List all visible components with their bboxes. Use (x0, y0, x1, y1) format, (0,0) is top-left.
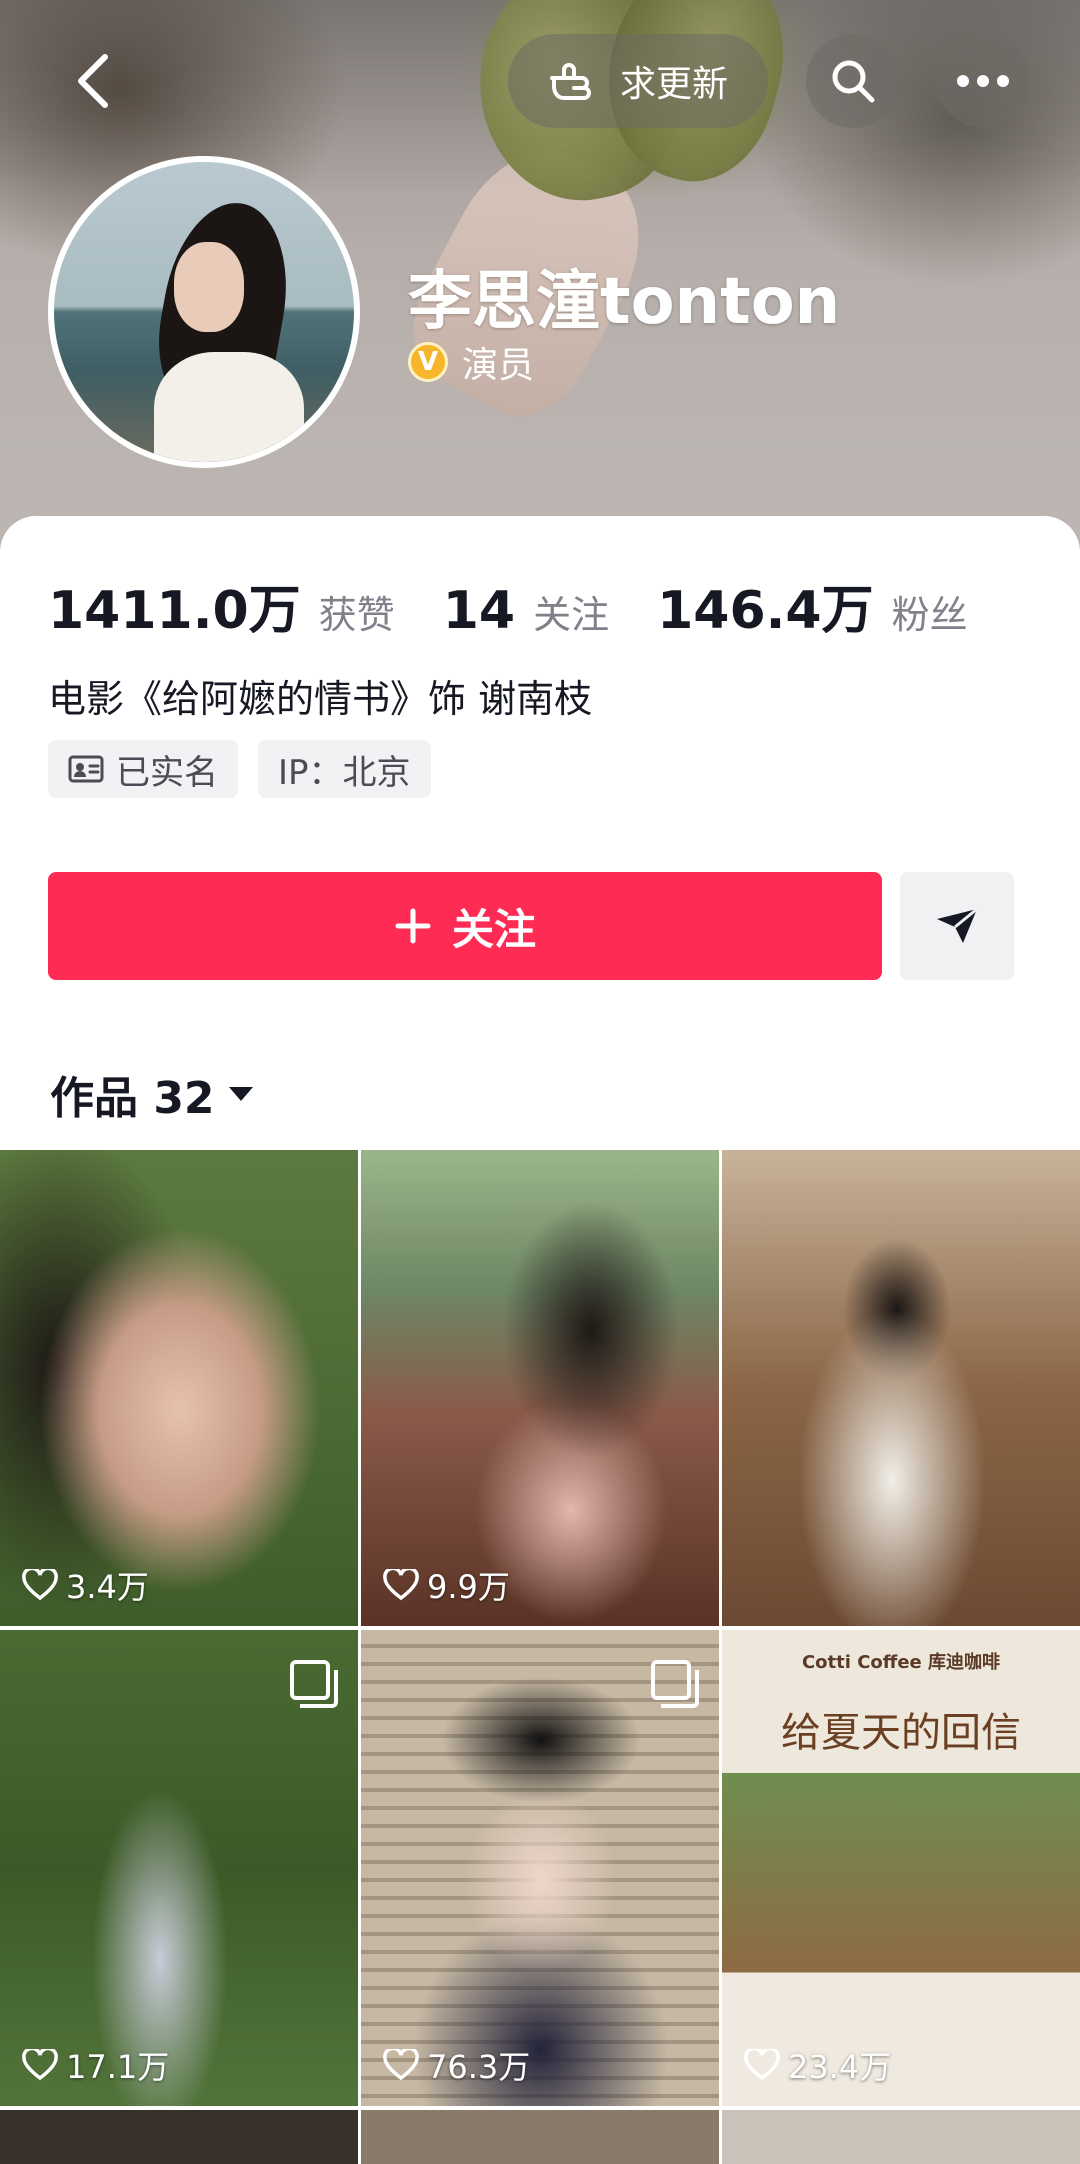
search-button[interactable] (806, 34, 900, 128)
message-button[interactable] (900, 872, 1014, 980)
more-dots-icon (957, 75, 1009, 87)
ip-location-tag: IP：北京 (258, 740, 431, 798)
likes-count: 1411.0万 (48, 581, 301, 641)
back-button[interactable] (60, 34, 126, 128)
tile-likes: 23.4万 (744, 2042, 891, 2088)
send-arrow-icon (937, 907, 978, 943)
stats-row: 1411.0万 获赞 14 关注 146.4万 粉丝 (48, 568, 1016, 643)
video-tile[interactable] (361, 2110, 719, 2164)
following-count[interactable]: 14 (443, 581, 515, 641)
video-tile[interactable]: Cotti Coffee 库迪咖啡 给夏天的回信 23.4万 (722, 1630, 1080, 2106)
avatar[interactable] (48, 156, 360, 468)
likes-label: 获赞 (318, 593, 395, 637)
profile-tags: 已实名 IP：北京 (48, 740, 431, 798)
followers-label[interactable]: 粉丝 (892, 584, 968, 639)
video-tile[interactable]: 3.4万 (0, 1150, 358, 1626)
video-tile[interactable] (722, 1150, 1080, 1626)
poster-title: 给夏天的回信 (781, 1710, 1021, 1756)
follow-label: 关注 (451, 904, 536, 954)
image-post-tile[interactable]: 76.3万 (361, 1630, 719, 2106)
pointing-hand-icon (549, 63, 591, 100)
heart-icon (744, 2049, 780, 2081)
following-label[interactable]: 关注 (533, 584, 609, 639)
role-label: 演员 (462, 345, 535, 386)
video-tile[interactable] (722, 2110, 1080, 2164)
plus-icon (395, 908, 431, 944)
profile-role: V 演员 (408, 336, 534, 388)
request-update-label: 求更新 (619, 64, 728, 105)
tile-likes: 9.9万 (383, 1562, 510, 1608)
works-tab-label: 作品 32 (50, 1073, 215, 1124)
real-name-tag[interactable]: 已实名 (48, 740, 238, 798)
multi-image-icon (290, 1660, 338, 1708)
works-tab[interactable]: 作品 32 (50, 1062, 255, 1126)
video-tile[interactable]: 9.9万 (361, 1150, 719, 1626)
heart-icon (383, 2049, 419, 2081)
real-name-label: 已实名 (116, 752, 218, 793)
video-tile[interactable] (0, 2110, 358, 2164)
more-options-button[interactable] (936, 34, 1030, 128)
ip-location-label: IP：北京 (278, 752, 411, 793)
request-update-button[interactable]: 求更新 (508, 34, 768, 128)
heart-icon (22, 2049, 58, 2081)
profile-name: 李思潼tonton (408, 265, 841, 339)
verified-badge-icon: V (408, 342, 448, 382)
heart-icon (383, 1569, 419, 1601)
id-card-icon (68, 755, 104, 783)
chevron-left-icon (78, 54, 108, 108)
caret-down-icon (228, 1087, 253, 1101)
tile-likes: 3.4万 (22, 1562, 149, 1608)
multi-image-icon (651, 1660, 699, 1708)
tile-likes: 17.1万 (22, 2042, 169, 2088)
bio-text: 电影《给阿嬷的情书》饰 谢南枝 (48, 677, 593, 721)
heart-icon (22, 1569, 58, 1601)
tile-likes: 76.3万 (383, 2042, 530, 2088)
followers-count[interactable]: 146.4万 (657, 568, 873, 643)
image-post-tile[interactable]: 17.1万 (0, 1630, 358, 2106)
search-icon (832, 60, 875, 103)
poster-brand: Cotti Coffee 库迪咖啡 (801, 1652, 1001, 1673)
follow-button[interactable]: 关注 (48, 872, 882, 980)
